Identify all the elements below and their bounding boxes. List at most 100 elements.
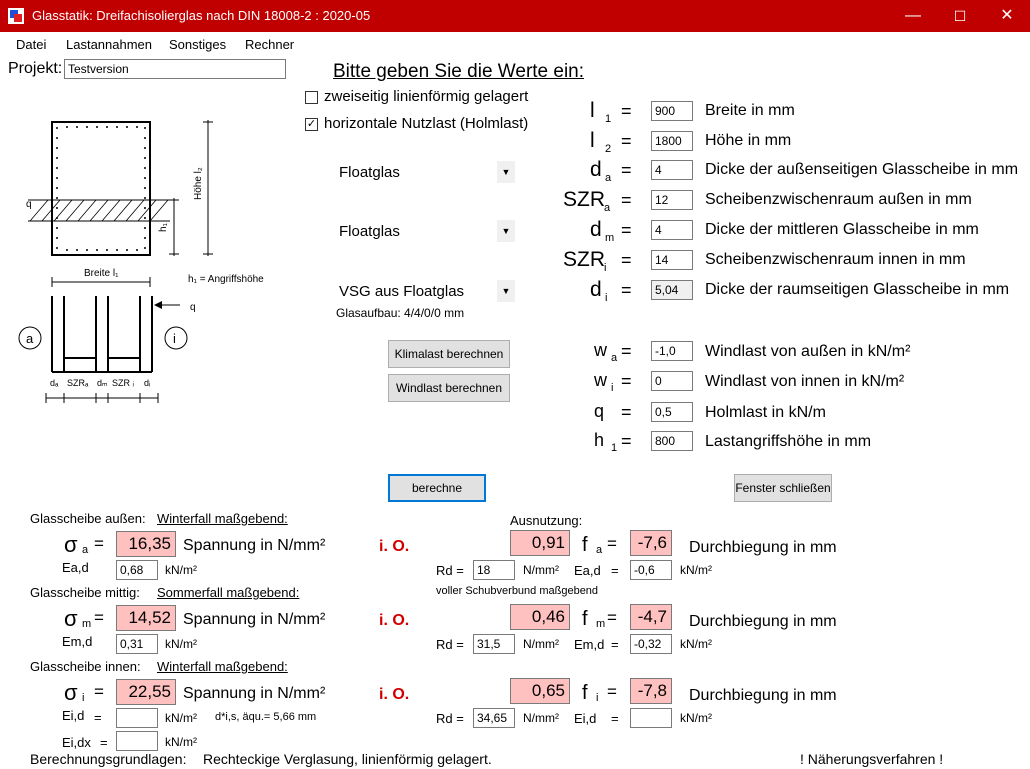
pane-case: Winterfall maßgebend: xyxy=(157,511,288,526)
e2-label: Em,d xyxy=(574,637,605,652)
durchbiegung-label: Durchbiegung in mm xyxy=(689,687,837,704)
ausnutzung-value: 0,46 xyxy=(510,604,570,630)
ausnutzung-value: 0,65 xyxy=(510,678,570,704)
glass-inner-select[interactable]: VSG aus Floatglas xyxy=(339,283,464,300)
menu-datei[interactable]: Datei xyxy=(16,37,46,52)
param-input[interactable]: 4 xyxy=(651,160,693,180)
param-subscript: a xyxy=(604,202,611,214)
q-label-front: q xyxy=(26,199,32,210)
param-input[interactable]: 12 xyxy=(651,190,693,210)
f-symbol: f xyxy=(582,534,588,556)
e2-label: Ei,d xyxy=(574,711,597,726)
param-symbol: d xyxy=(590,158,602,181)
minimize-button[interactable]: — xyxy=(890,0,936,32)
f-value: -4,7 xyxy=(630,604,672,630)
param-input[interactable]: 1800 xyxy=(651,131,693,151)
projekt-label: Projekt: xyxy=(8,60,63,77)
param-symbol: SZR xyxy=(563,188,605,211)
menu-rechner[interactable]: Rechner xyxy=(245,37,294,52)
chevron-down-icon[interactable]: ▼ xyxy=(497,161,515,183)
e2-equals: = xyxy=(611,711,619,726)
aequivalent-label: d*i,s, äqu.= 5,66 mm xyxy=(215,711,317,723)
f-subscript: i xyxy=(596,692,599,704)
load-input[interactable]: 800 xyxy=(651,431,693,451)
fenster-schliessen-button[interactable]: Fenster schließen xyxy=(734,474,832,502)
e2-unit: kN/m² xyxy=(680,637,712,651)
e-value xyxy=(116,708,158,728)
pane-case: Winterfall maßgebend: xyxy=(157,659,288,674)
window-title: Glasstatik: Dreifachisolierglas nach DIN… xyxy=(32,8,371,23)
projekt-input[interactable]: Testversion xyxy=(64,59,286,79)
chevron-down-icon[interactable]: ▼ xyxy=(497,220,515,242)
hoehe-label: Höhe l₂ xyxy=(193,167,204,200)
load-description: Lastangriffshöhe in mm xyxy=(705,433,872,450)
maximize-button[interactable]: ☐ xyxy=(937,0,983,32)
rd-label: Rd = xyxy=(436,637,464,652)
eidx-unit: kN/m² xyxy=(165,735,197,749)
windlast-button[interactable]: Windlast berechnen xyxy=(388,374,510,402)
param-equals: = xyxy=(621,190,632,210)
ausnutzung-value: 0,91 xyxy=(510,530,570,556)
eidx-label: Ei,dx xyxy=(62,735,91,750)
load-symbol: w xyxy=(594,370,607,390)
glass-outer-select[interactable]: Floatglas xyxy=(339,164,400,181)
rd-label: Rd = xyxy=(436,711,464,726)
nutzlast-checkbox[interactable]: ✓ xyxy=(305,118,318,131)
f-symbol: f xyxy=(582,608,588,630)
dim-da: dₐ xyxy=(50,378,59,388)
io-status: i. O. xyxy=(379,538,410,555)
pane-title: Glasscheibe mittig: xyxy=(30,585,140,600)
f-value: -7,6 xyxy=(630,530,672,556)
grundlagen-label: Berechnungsgrundlagen: xyxy=(30,751,187,767)
f-value: -7,8 xyxy=(630,678,672,704)
pane-title: Glasscheibe innen: xyxy=(30,659,141,674)
side-a-label: a xyxy=(26,331,34,346)
param-subscript: a xyxy=(605,172,612,184)
zweiseitig-checkbox[interactable] xyxy=(305,91,318,104)
side-i-label: i xyxy=(173,331,176,346)
param-description: Dicke der mittleren Glasscheibe in mm xyxy=(705,221,979,238)
load-input[interactable]: 0,5 xyxy=(651,402,693,422)
klimalast-button[interactable]: Klimalast berechnen xyxy=(388,340,510,368)
berechne-button[interactable]: berechne xyxy=(388,474,486,502)
menu-sonstiges[interactable]: Sonstiges xyxy=(169,37,226,52)
f-subscript: m xyxy=(596,618,606,630)
load-input[interactable]: -1,0 xyxy=(651,341,693,361)
param-subscript: 1 xyxy=(605,113,612,125)
sigma-symbol: σ xyxy=(64,532,78,557)
param-equals: = xyxy=(621,220,632,240)
e2-value: -0,32 xyxy=(630,634,672,654)
grundlagen-text: Rechteckige Verglasung, linienförmig gel… xyxy=(203,751,492,767)
param-input[interactable]: 4 xyxy=(651,220,693,240)
rd-unit: N/mm² xyxy=(523,711,559,725)
sigma-value: 14,52 xyxy=(116,605,176,631)
rd-value: 18 xyxy=(473,560,515,580)
param-input[interactable]: 900 xyxy=(651,101,693,121)
param-symbol: l xyxy=(590,129,595,152)
e-label: Ei,d xyxy=(62,708,85,723)
nutzlast-label: horizontale Nutzlast (Holmlast) xyxy=(324,115,529,132)
dim-di: dᵢ xyxy=(144,378,150,388)
load-subscript: a xyxy=(611,352,618,364)
sigma-subscript: m xyxy=(82,618,92,630)
param-subscript: i xyxy=(605,292,608,304)
title-bar: Glasstatik: Dreifachisolierglas nach DIN… xyxy=(0,0,1030,32)
durchbiegung-label: Durchbiegung in mm xyxy=(689,539,837,556)
menu-lastannahmen[interactable]: Lastannahmen xyxy=(66,37,152,52)
e2-equals: = xyxy=(611,563,619,578)
load-description: Holmlast in kN/m xyxy=(705,404,826,421)
glasaufbau-label: Glasaufbau: 4/4/0/0 mm xyxy=(336,306,465,320)
load-equals: = xyxy=(621,341,632,361)
glass-middle-select[interactable]: Floatglas xyxy=(339,223,400,240)
e-label: Em,d xyxy=(62,634,93,649)
load-input[interactable]: 0 xyxy=(651,371,693,391)
load-equals: = xyxy=(621,402,632,422)
param-input[interactable]: 14 xyxy=(651,250,693,270)
close-button[interactable]: ✕ xyxy=(984,0,1030,32)
chevron-down-icon[interactable]: ▼ xyxy=(497,280,515,302)
load-equals: = xyxy=(621,431,632,451)
spannung-label: Spannung in N/mm² xyxy=(183,611,326,628)
io-status: i. O. xyxy=(379,686,410,703)
pane-title: Glasscheibe außen: xyxy=(30,511,146,526)
dim-szra: SZRₐ xyxy=(67,378,89,388)
